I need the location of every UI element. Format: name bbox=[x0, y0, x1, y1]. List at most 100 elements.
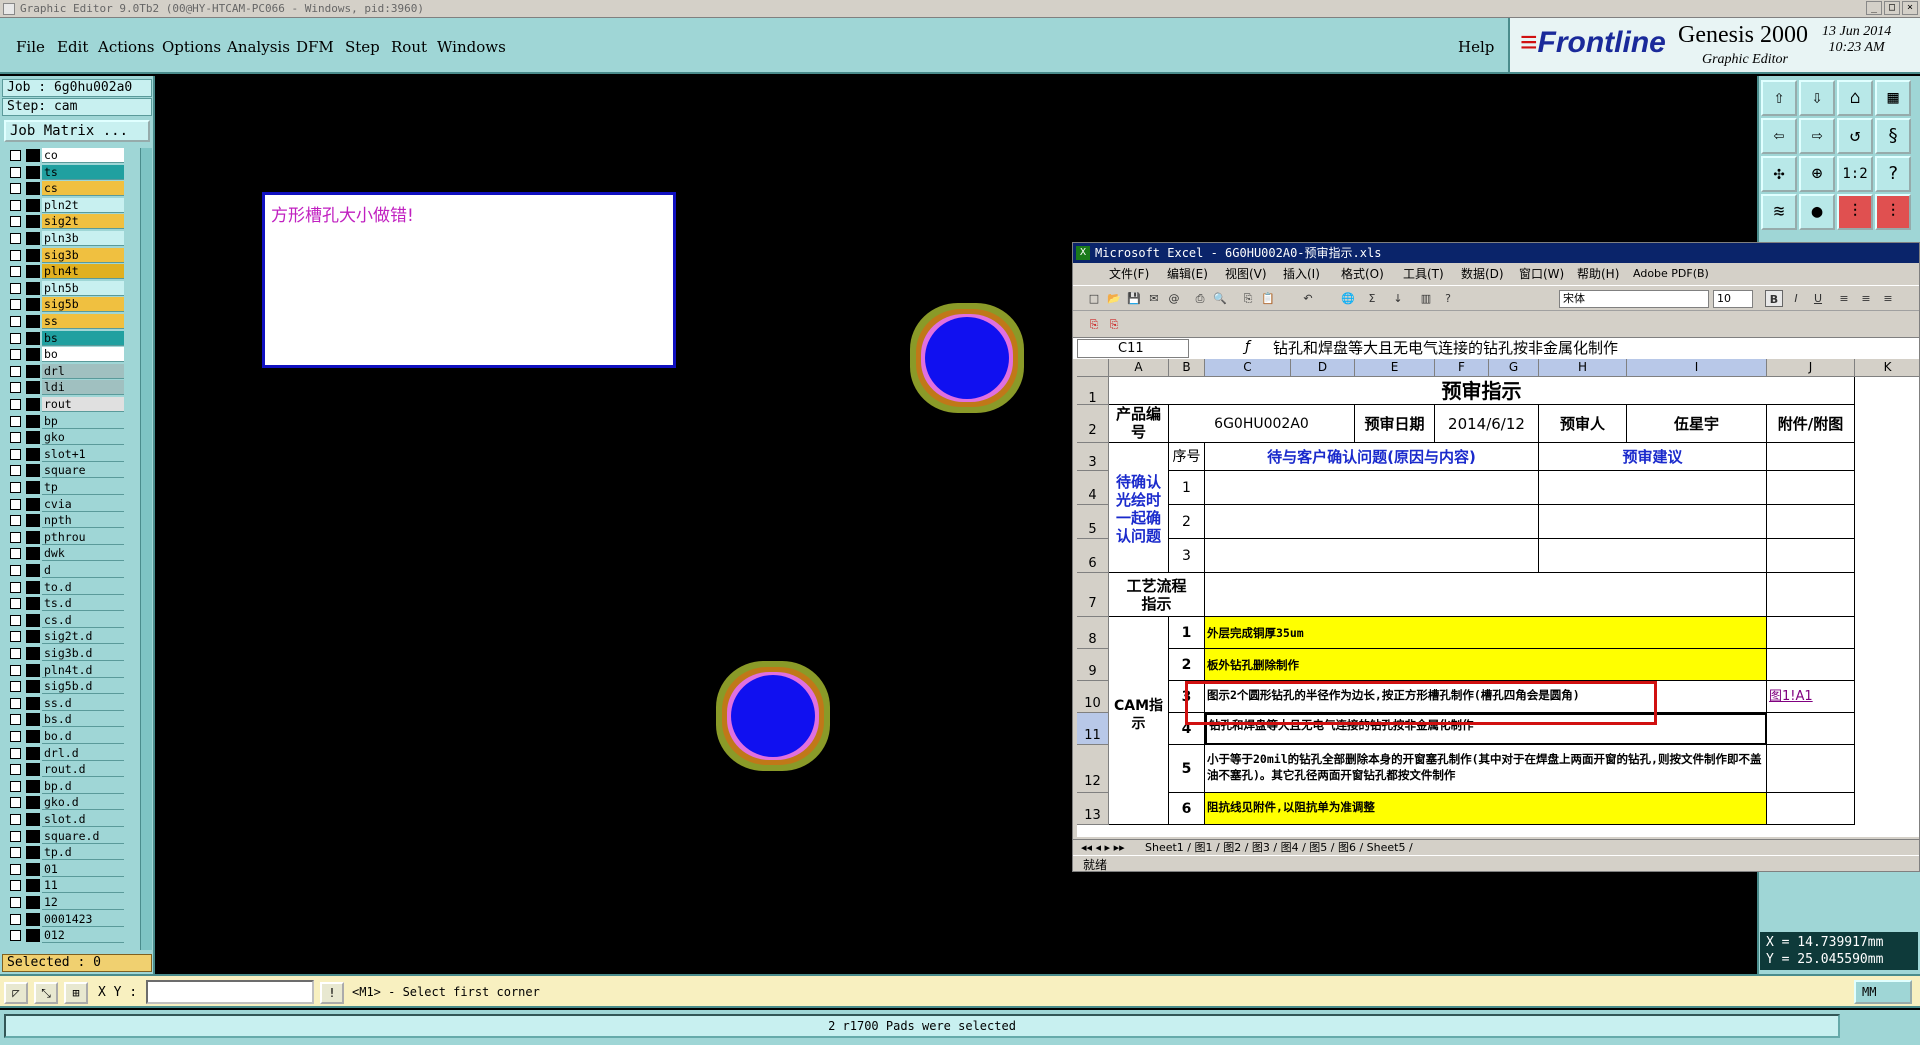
layer-scrollbar[interactable] bbox=[140, 148, 152, 950]
layer-name[interactable]: tp bbox=[42, 480, 124, 495]
layer-checkbox[interactable] bbox=[10, 814, 21, 825]
row-header[interactable]: 11 bbox=[1077, 713, 1109, 745]
name-box[interactable]: C11 bbox=[1077, 339, 1189, 358]
layer-name[interactable]: slot.d bbox=[42, 812, 124, 827]
layer-row[interactable]: bo bbox=[2, 347, 140, 363]
excel-menu-insert[interactable]: 插入(I) bbox=[1283, 264, 1320, 284]
layer-row[interactable]: gko bbox=[2, 430, 140, 446]
spreadsheet-grid[interactable]: A B C D E F G H I J K 1 2 3 4 5 6 7 8 9 … bbox=[1077, 359, 1919, 837]
zoom-area-icon[interactable]: ⊕ bbox=[1799, 156, 1835, 192]
layer-name[interactable]: square bbox=[42, 463, 124, 479]
info-icon[interactable]: ! bbox=[320, 982, 344, 1004]
excel-menu-tools[interactable]: 工具(T) bbox=[1403, 264, 1444, 284]
layer-name[interactable]: ss bbox=[42, 314, 124, 329]
layer-name[interactable]: square.d bbox=[42, 828, 124, 844]
layer-name[interactable]: rout bbox=[42, 397, 124, 412]
row-header[interactable]: 9 bbox=[1077, 649, 1109, 681]
undo-icon[interactable]: ↶ bbox=[1299, 290, 1317, 307]
layer-color-swatch[interactable] bbox=[26, 696, 40, 710]
layer-color-swatch[interactable] bbox=[26, 281, 40, 295]
menu-options[interactable]: Options bbox=[162, 38, 221, 56]
sheet-tab-list[interactable]: Sheet1 / 图1 / 图2 / 图3 / 图4 / 图5 / 图6 / S… bbox=[1145, 840, 1413, 856]
layer-row[interactable]: ldi bbox=[2, 380, 140, 396]
layer-checkbox[interactable] bbox=[10, 482, 21, 493]
excel-menu-view[interactable]: 视图(V) bbox=[1225, 264, 1267, 284]
layer-checkbox[interactable] bbox=[10, 233, 21, 244]
layer-color-swatch[interactable] bbox=[26, 779, 40, 793]
row-header[interactable]: 6 bbox=[1077, 539, 1109, 573]
layer-color-swatch[interactable] bbox=[26, 331, 40, 345]
save-icon[interactable]: 💾 bbox=[1125, 290, 1143, 307]
excel-menu-edit[interactable]: 编辑(E) bbox=[1167, 264, 1208, 284]
job-matrix-button[interactable]: Job Matrix ... bbox=[4, 120, 150, 142]
zoom-fit-icon[interactable]: ✣ bbox=[1761, 156, 1797, 192]
layer-color-swatch[interactable] bbox=[26, 896, 40, 909]
col-header[interactable]: I bbox=[1627, 359, 1767, 377]
layer-name[interactable]: slot+1 bbox=[42, 446, 124, 462]
excel-menu-format[interactable]: 格式(O) bbox=[1341, 264, 1384, 284]
layer-row[interactable]: npth bbox=[2, 513, 140, 529]
pdf-email-icon[interactable]: ⎘ bbox=[1105, 316, 1123, 333]
layer-row[interactable]: bs.d bbox=[2, 712, 140, 728]
layer-name[interactable]: rout.d bbox=[42, 762, 124, 778]
layer-name[interactable]: cs.d bbox=[42, 612, 124, 628]
layer-row[interactable]: cs bbox=[2, 181, 140, 197]
layer-checkbox[interactable] bbox=[10, 565, 21, 576]
layer-color-swatch[interactable] bbox=[26, 663, 40, 677]
layer-name[interactable]: sig3b.d bbox=[42, 646, 124, 661]
layer-color-swatch[interactable] bbox=[26, 564, 40, 577]
menu-help[interactable]: Help bbox=[1458, 38, 1494, 56]
layer-color-swatch[interactable] bbox=[26, 713, 40, 727]
excel-menu-file[interactable]: 文件(F) bbox=[1109, 264, 1149, 284]
cam-instruction[interactable]: 阻抗线见附件,以阻抗单为准调整 bbox=[1205, 793, 1767, 825]
layer-color-swatch[interactable] bbox=[26, 597, 40, 611]
row-header[interactable]: 10 bbox=[1077, 681, 1109, 713]
layer-checkbox[interactable] bbox=[10, 631, 21, 643]
layer-row[interactable]: gko.d bbox=[2, 795, 140, 811]
layer-color-swatch[interactable] bbox=[26, 414, 40, 428]
layer-name[interactable]: 0001423 bbox=[42, 911, 124, 927]
filter-alt-icon[interactable]: ⫶ bbox=[1875, 194, 1911, 230]
layer-row[interactable]: sig2t bbox=[2, 214, 140, 230]
col-header[interactable]: F bbox=[1435, 359, 1489, 377]
layer-name[interactable]: pthrou bbox=[42, 529, 124, 545]
cam-no[interactable]: 5 bbox=[1169, 745, 1205, 793]
menu-step[interactable]: Step bbox=[345, 38, 380, 56]
sheet-title[interactable]: 预审指示 bbox=[1109, 377, 1855, 405]
home-icon[interactable]: ⌂ bbox=[1837, 80, 1873, 116]
layer-checkbox[interactable] bbox=[10, 448, 21, 460]
sort-icon[interactable]: ↓ bbox=[1389, 290, 1407, 307]
layer-color-swatch[interactable] bbox=[26, 514, 40, 528]
layer-row[interactable]: sig5b bbox=[2, 297, 140, 313]
layer-row[interactable]: pln4t.d bbox=[2, 662, 140, 678]
font-size-select[interactable]: 10 bbox=[1713, 290, 1753, 308]
layer-checkbox[interactable] bbox=[10, 664, 21, 676]
layer-row[interactable]: bp bbox=[2, 413, 140, 429]
filter-icon[interactable]: ⫶ bbox=[1837, 194, 1873, 230]
excel-help-icon[interactable]: ? bbox=[1439, 290, 1457, 307]
suggest-label[interactable]: 预审建议 bbox=[1539, 443, 1767, 471]
fx-icon[interactable]: ƒ bbox=[1245, 339, 1250, 355]
layer-color-swatch[interactable] bbox=[26, 381, 40, 395]
layer-row[interactable]: rout bbox=[2, 397, 140, 412]
layer-checkbox[interactable] bbox=[10, 830, 21, 842]
layer-checkbox[interactable] bbox=[10, 648, 21, 659]
layer-color-swatch[interactable] bbox=[26, 398, 40, 411]
layer-name[interactable]: ts.d bbox=[42, 596, 124, 612]
font-select[interactable]: 宋体 bbox=[1559, 290, 1709, 308]
layer-color-swatch[interactable] bbox=[26, 680, 40, 694]
align-right-icon[interactable]: ≡ bbox=[1879, 290, 1897, 307]
paste-icon[interactable]: 📋 bbox=[1259, 290, 1277, 307]
layer-color-swatch[interactable] bbox=[26, 182, 40, 196]
chart-icon[interactable]: ▥ bbox=[1417, 290, 1435, 307]
layer-name[interactable]: co bbox=[42, 148, 124, 163]
layer-checkbox[interactable] bbox=[10, 880, 21, 892]
layer-name[interactable]: pln5b bbox=[42, 280, 124, 296]
cam-no[interactable]: 2 bbox=[1169, 649, 1205, 681]
layer-row[interactable]: sig3b.d bbox=[2, 646, 140, 661]
help-icon[interactable]: ? bbox=[1875, 156, 1911, 192]
layer-row[interactable]: ts.d bbox=[2, 596, 140, 612]
layer-color-swatch[interactable] bbox=[26, 547, 40, 561]
layer-checkbox[interactable] bbox=[10, 681, 21, 693]
underline-button[interactable]: U bbox=[1809, 290, 1827, 307]
